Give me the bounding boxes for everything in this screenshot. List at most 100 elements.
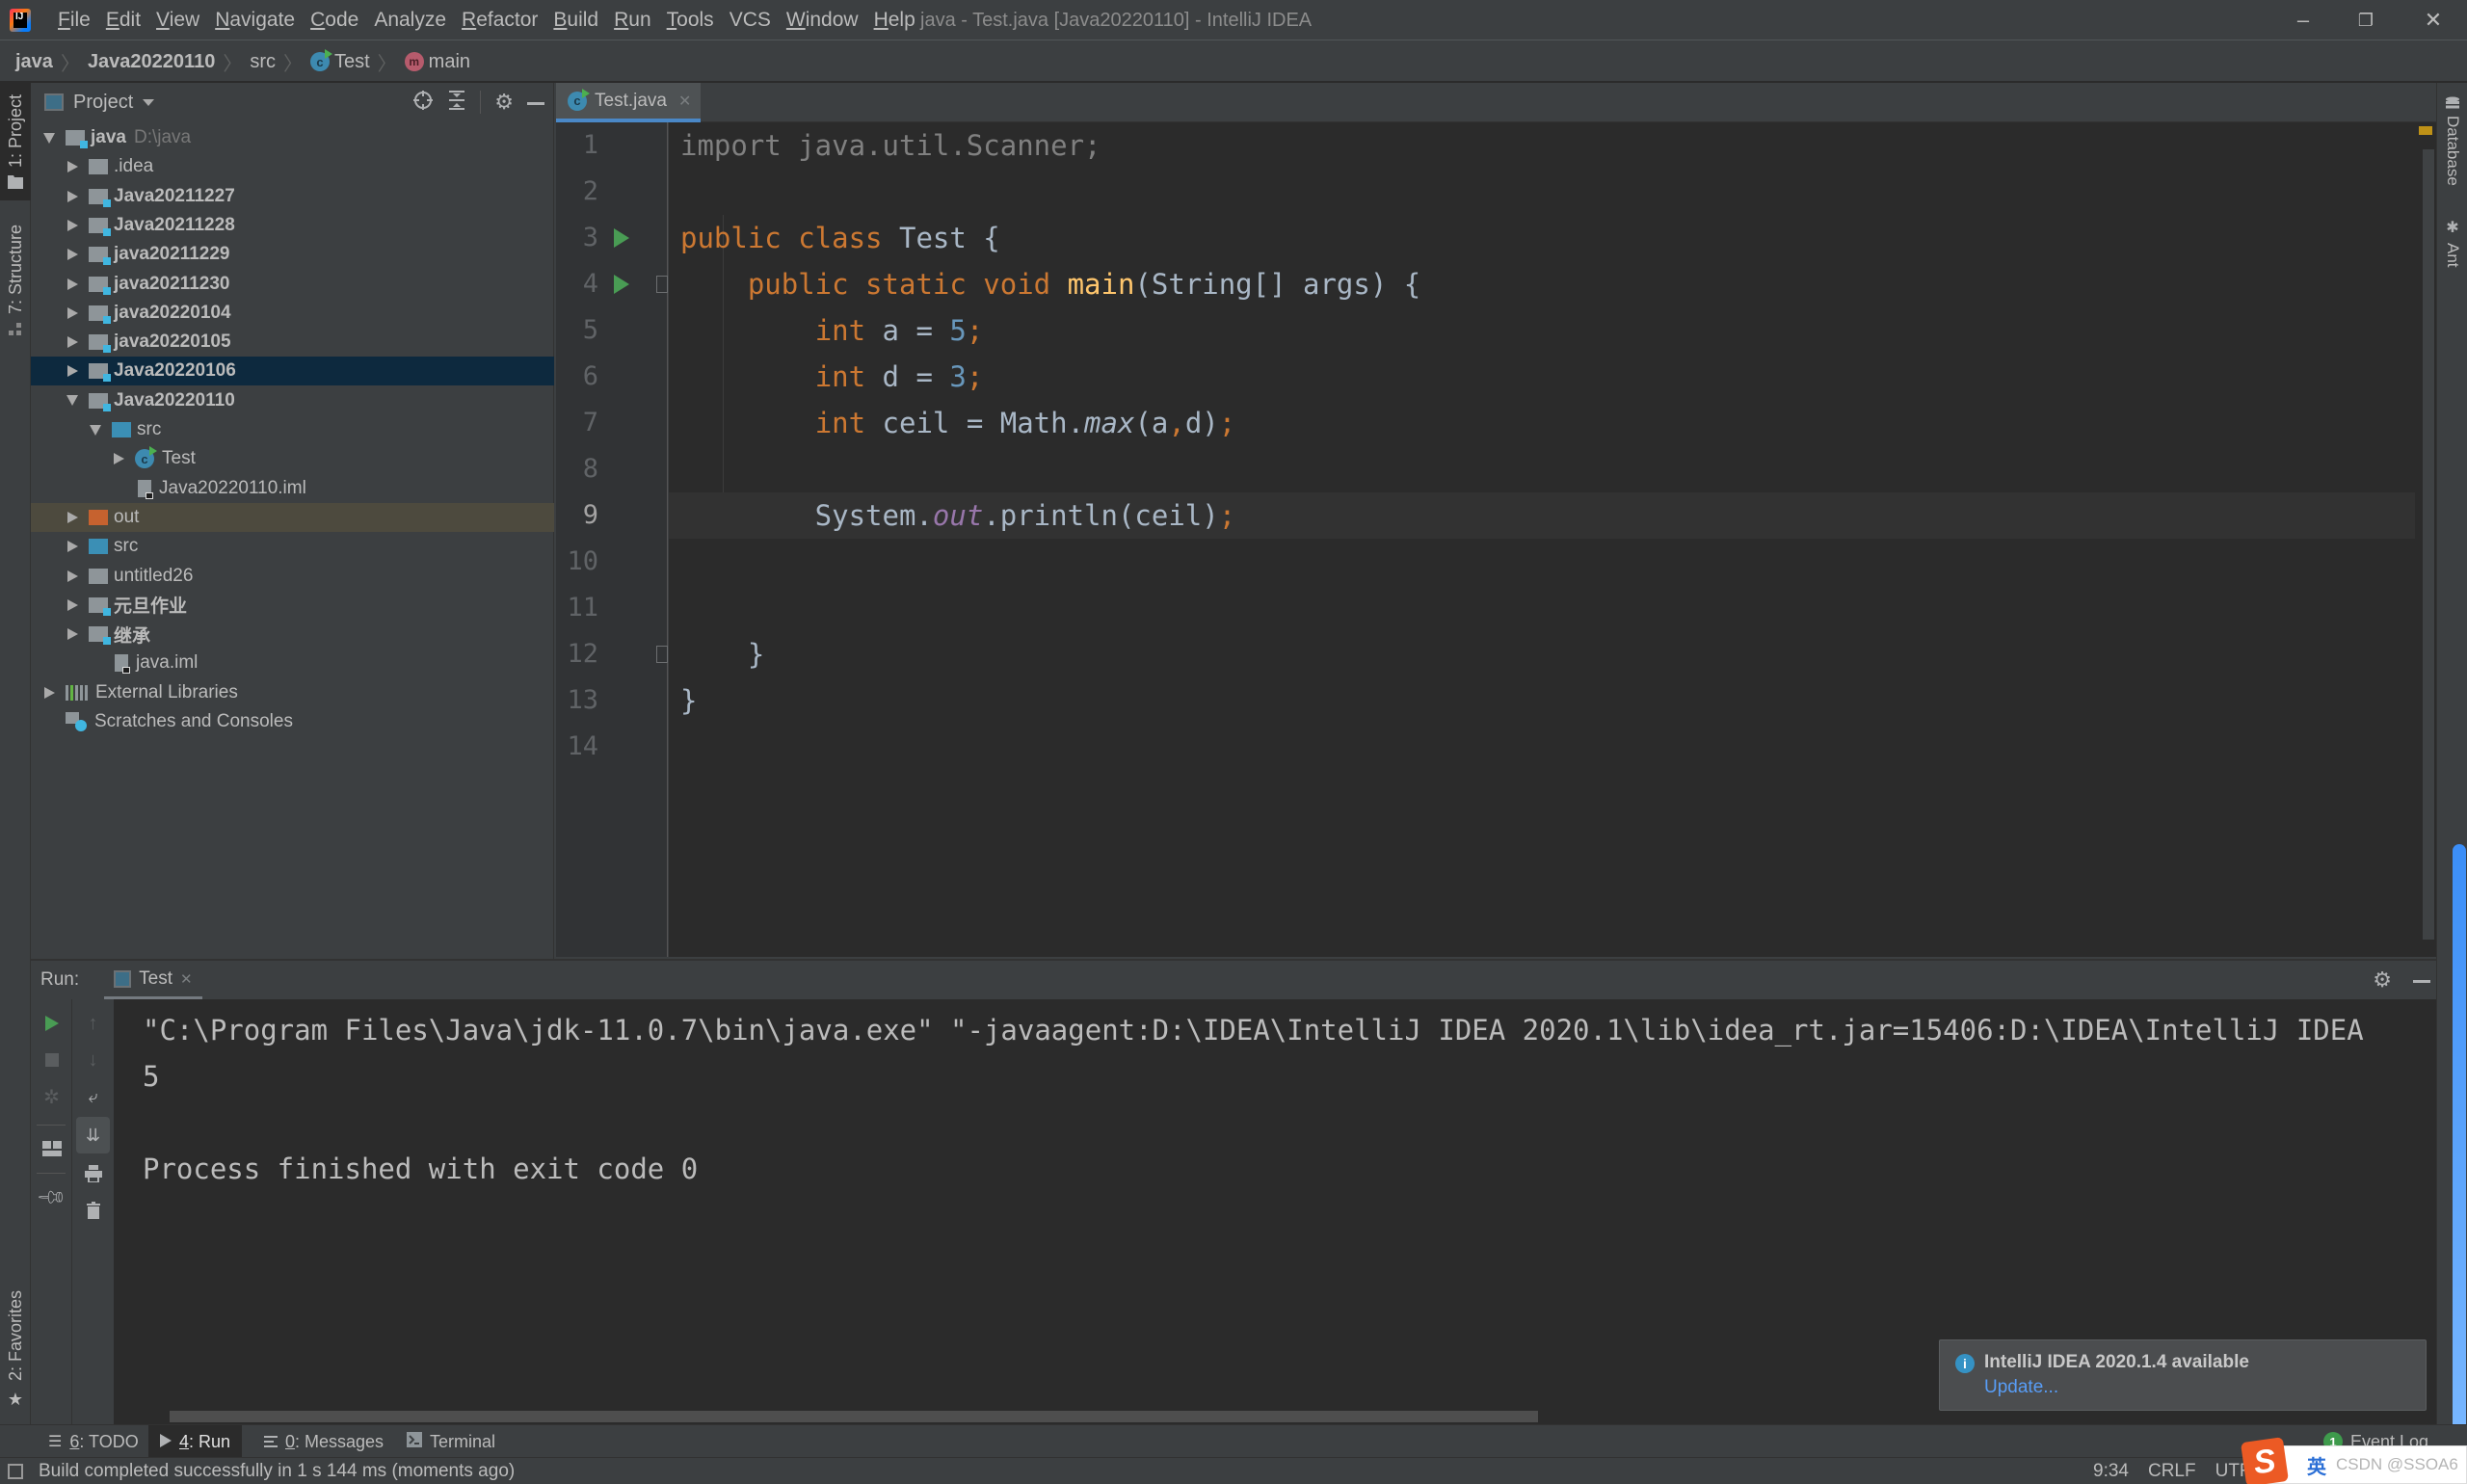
tree-item[interactable]: java20211230 bbox=[31, 270, 554, 299]
menu-edit[interactable]: Edit bbox=[98, 9, 148, 32]
menu-help[interactable]: Help bbox=[866, 9, 923, 32]
menu-code[interactable]: Code bbox=[303, 9, 366, 32]
breadcrumb-item[interactable]: m main bbox=[404, 51, 470, 73]
tree-item[interactable]: java20220105 bbox=[31, 328, 554, 357]
tool-tab-structure[interactable]: 7: Structure bbox=[0, 218, 31, 343]
pin-icon[interactable]: 📌︎ bbox=[31, 1179, 72, 1215]
fold-toggle-icon[interactable] bbox=[656, 276, 668, 293]
menu-view[interactable]: View bbox=[148, 9, 207, 32]
breadcrumb-item[interactable]: Java20220110 bbox=[88, 51, 215, 73]
tree-item[interactable]: 元旦作业 bbox=[31, 591, 554, 620]
collapsed-arrow-icon[interactable] bbox=[66, 278, 79, 291]
locate-icon[interactable] bbox=[412, 90, 434, 116]
collapsed-arrow-icon[interactable] bbox=[66, 160, 79, 173]
close-tab-icon[interactable]: ✕ bbox=[678, 92, 691, 111]
collapsed-arrow-icon[interactable] bbox=[66, 570, 79, 583]
line-separator[interactable]: CRLF bbox=[2148, 1461, 2196, 1482]
editor-scroll-track[interactable] bbox=[2423, 149, 2434, 940]
minimize-button[interactable]: – bbox=[2274, 0, 2332, 40]
horizontal-scrollbar[interactable] bbox=[170, 1411, 1538, 1422]
breadcrumb-item[interactable]: c Test bbox=[309, 49, 370, 73]
tool-tab-favorites[interactable]: 2: Favorites ★ bbox=[0, 1287, 31, 1413]
tree-item[interactable]: External Libraries bbox=[31, 678, 554, 707]
print-icon[interactable] bbox=[72, 1155, 114, 1192]
sogou-ime-logo-icon[interactable]: S bbox=[2241, 1437, 2289, 1484]
tool-tab-database[interactable]: Database bbox=[2437, 96, 2467, 186]
expanded-arrow-icon[interactable] bbox=[89, 423, 102, 437]
tree-item[interactable]: java20220104 bbox=[31, 299, 554, 328]
collapsed-arrow-icon[interactable] bbox=[112, 452, 125, 465]
toggle-tool-windows-icon[interactable] bbox=[8, 1464, 23, 1479]
tree-item[interactable]: java.iml bbox=[31, 649, 554, 677]
tree-item[interactable]: src bbox=[31, 415, 554, 444]
tree-item[interactable]: Java20211227 bbox=[31, 182, 554, 211]
rerun-icon[interactable] bbox=[31, 1005, 72, 1042]
gear-icon[interactable]: ⚙ bbox=[2373, 967, 2392, 993]
restore-layout-icon[interactable] bbox=[31, 1130, 72, 1167]
restore-button[interactable]: ❐ bbox=[2337, 0, 2395, 40]
arrow-up-icon[interactable]: ↑ bbox=[72, 1005, 114, 1042]
menu-file[interactable]: File bbox=[50, 9, 98, 32]
tree-item[interactable]: 继承 bbox=[31, 620, 554, 649]
menu-tools[interactable]: Tools bbox=[659, 9, 722, 32]
tool-tab-messages[interactable]: 0: Messages bbox=[252, 1425, 395, 1458]
menu-run[interactable]: Run bbox=[606, 9, 659, 32]
editor-tab-test-java[interactable]: c Test.java ✕ bbox=[556, 83, 701, 122]
tree-item[interactable]: Java20220110.iml bbox=[31, 474, 554, 503]
collapsed-arrow-icon[interactable] bbox=[66, 306, 79, 320]
tool-tab-run[interactable]: 4: Run bbox=[148, 1425, 243, 1458]
menu-analyze[interactable]: Analyze bbox=[366, 9, 454, 32]
collapsed-arrow-icon[interactable] bbox=[66, 190, 79, 203]
caret-position[interactable]: 9:34 bbox=[2093, 1461, 2129, 1482]
hide-panel-icon[interactable] bbox=[2413, 971, 2430, 989]
tree-item[interactable]: Java20220106 bbox=[31, 357, 554, 386]
debug-disabled-icon[interactable]: ✲ bbox=[31, 1078, 72, 1115]
project-view-selector[interactable]: Project bbox=[44, 92, 155, 114]
collapse-all-icon[interactable] bbox=[447, 90, 466, 116]
arrow-down-icon[interactable]: ↓ bbox=[72, 1042, 114, 1078]
warning-marker[interactable] bbox=[2419, 126, 2432, 135]
trash-icon[interactable] bbox=[72, 1192, 114, 1229]
menu-vcs[interactable]: VCS bbox=[722, 9, 779, 32]
tool-tab-ant[interactable]: ✱ Ant bbox=[2437, 218, 2467, 268]
hide-panel-icon[interactable] bbox=[527, 93, 544, 111]
code-editor[interactable]: import java.util.Scanner; public class Te… bbox=[669, 122, 2415, 957]
collapsed-arrow-icon[interactable] bbox=[66, 335, 79, 349]
ime-language[interactable]: 英 bbox=[2307, 1451, 2326, 1479]
gutter-run-icon[interactable] bbox=[614, 275, 629, 294]
run-tab-test[interactable]: Test ✕ bbox=[104, 961, 202, 999]
soft-wrap-icon[interactable]: ⤶ bbox=[72, 1078, 114, 1115]
close-tab-icon[interactable]: ✕ bbox=[180, 970, 193, 988]
tree-item[interactable]: java20211229 bbox=[31, 240, 554, 269]
editor-scrollbar[interactable] bbox=[2415, 122, 2436, 957]
stop-icon[interactable] bbox=[31, 1042, 72, 1078]
gear-icon[interactable]: ⚙ bbox=[494, 90, 514, 115]
breadcrumb-item[interactable]: src bbox=[250, 51, 276, 73]
tool-tab-project[interactable]: 1: Project bbox=[0, 83, 31, 200]
gutter-run-icon[interactable] bbox=[614, 228, 629, 248]
collapsed-arrow-icon[interactable] bbox=[66, 511, 79, 524]
status-message[interactable]: Build completed successfully in 1 s 144 … bbox=[39, 1458, 515, 1484]
menu-navigate[interactable]: Navigate bbox=[207, 9, 303, 32]
collapsed-arrow-icon[interactable] bbox=[66, 540, 79, 553]
collapsed-arrow-icon[interactable] bbox=[66, 364, 79, 378]
collapsed-arrow-icon[interactable] bbox=[42, 686, 56, 700]
scroll-to-end-icon[interactable]: ⇊ bbox=[76, 1117, 110, 1153]
tree-item[interactable]: .idea bbox=[31, 152, 554, 181]
tool-tab-terminal[interactable]: Terminal bbox=[395, 1425, 507, 1458]
collapsed-arrow-icon[interactable] bbox=[66, 219, 79, 232]
tree-item[interactable]: java D:\java bbox=[31, 123, 554, 152]
tree-item[interactable]: Java20211228 bbox=[31, 211, 554, 240]
tree-item[interactable]: src bbox=[31, 532, 554, 561]
tool-tab-todo[interactable]: ☰ 6: TODO bbox=[37, 1425, 150, 1458]
collapsed-arrow-icon[interactable] bbox=[66, 627, 79, 641]
tree-item[interactable]: out bbox=[31, 502, 554, 532]
collapsed-arrow-icon[interactable] bbox=[66, 248, 79, 261]
expanded-arrow-icon[interactable] bbox=[42, 131, 56, 145]
tree-item[interactable]: c Test bbox=[31, 444, 554, 473]
breadcrumb-item[interactable]: java bbox=[15, 51, 53, 73]
update-link[interactable]: Update... bbox=[1984, 1377, 2058, 1398]
menu-refactor[interactable]: Refactor bbox=[454, 9, 545, 32]
collapsed-arrow-icon[interactable] bbox=[66, 598, 79, 612]
tree-item[interactable]: Java20220110 bbox=[31, 386, 554, 415]
